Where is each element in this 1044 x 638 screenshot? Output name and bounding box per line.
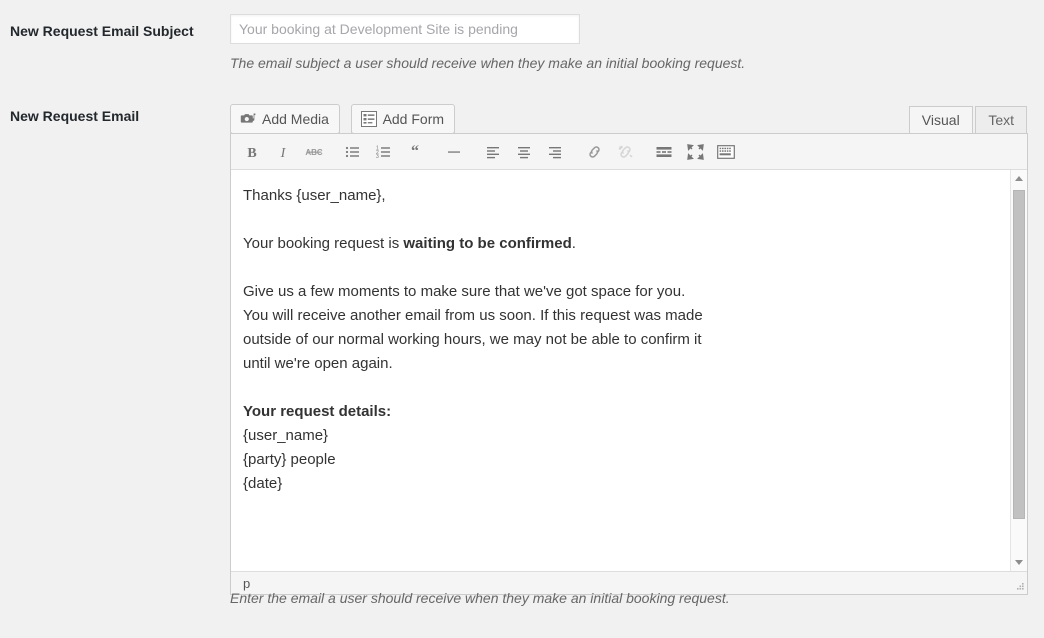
label-new-request-email-subject: New Request Email Subject (10, 22, 220, 40)
media-buttons-bar: Add Media Add Form (230, 104, 462, 136)
status-bold: waiting to be confirmed (403, 235, 571, 252)
bold-icon[interactable]: B (237, 138, 267, 166)
subject-field-body (230, 14, 580, 44)
editor-paragraph-status: Your booking request is waiting to be co… (243, 232, 998, 256)
strikethrough-icon[interactable]: ABC (299, 138, 329, 166)
new-request-email-subject-input[interactable] (230, 14, 580, 44)
camera-music-icon (240, 111, 256, 127)
email-field-description: Enter the email a user should receive wh… (230, 588, 730, 609)
add-media-button[interactable]: Add Media (230, 104, 340, 134)
toolbar-toggle-icon[interactable] (711, 138, 741, 166)
form-list-icon (361, 111, 377, 127)
link-icon[interactable] (579, 138, 609, 166)
status-suffix: . (572, 235, 576, 252)
editor-toolbar: B I ABC 1 2 3 “ (231, 134, 1027, 170)
tab-visual[interactable]: Visual (909, 106, 973, 133)
editor-paragraph-details: Your request details: {user_name} {party… (243, 400, 998, 496)
editor-scrollbar[interactable] (1010, 170, 1027, 571)
label-new-request-email: New Request Email (10, 107, 220, 125)
editor-text-content[interactable]: Thanks {user_name}, Your booking request… (231, 170, 1010, 571)
svg-text:“: “ (411, 144, 419, 160)
svg-text:I: I (280, 146, 287, 160)
align-left-icon[interactable] (478, 138, 508, 166)
editor-paragraph-body: Give us a few moments to make sure that … (243, 280, 998, 376)
details-line-2: {party} people (243, 451, 336, 468)
add-form-label: Add Form (383, 111, 444, 127)
body-line-1: Give us a few moments to make sure that … (243, 283, 685, 300)
blockquote-icon[interactable]: “ (400, 138, 430, 166)
status-prefix: Your booking request is (243, 235, 403, 252)
unlink-icon[interactable] (610, 138, 640, 166)
add-form-button[interactable]: Add Form (351, 104, 455, 134)
tab-text[interactable]: Text (975, 106, 1027, 133)
details-line-1: {user_name} (243, 427, 328, 444)
body-line-2: You will receive another email from us s… (243, 307, 703, 324)
svg-text:B: B (247, 146, 256, 160)
bulleted-list-icon[interactable] (338, 138, 368, 166)
body-line-3: outside of our normal working hours, we … (243, 331, 702, 348)
body-line-4: until we're open again. (243, 355, 393, 372)
svg-text:3: 3 (376, 154, 379, 160)
add-media-label: Add Media (262, 111, 329, 127)
align-center-icon[interactable] (509, 138, 539, 166)
rich-text-editor: B I ABC 1 2 3 “ (230, 133, 1028, 595)
editor-paragraph-greeting: Thanks {user_name}, (243, 184, 998, 208)
resize-handle-icon[interactable] (1013, 580, 1025, 592)
horizontal-rule-icon[interactable] (439, 138, 469, 166)
editor-mode-tabs: Visual Text (910, 106, 1027, 134)
scroll-up-arrow-icon[interactable] (1011, 170, 1027, 187)
scroll-down-arrow-icon[interactable] (1011, 554, 1027, 571)
subject-field-description: The email subject a user should receive … (230, 53, 745, 74)
scrollbar-thumb[interactable] (1013, 190, 1025, 519)
align-right-icon[interactable] (540, 138, 570, 166)
fullscreen-icon[interactable] (680, 138, 710, 166)
editor-content-area[interactable]: Thanks {user_name}, Your booking request… (231, 170, 1027, 571)
details-line-3: {date} (243, 475, 282, 492)
italic-icon[interactable]: I (268, 138, 298, 166)
numbered-list-icon[interactable]: 1 2 3 (369, 138, 399, 166)
read-more-icon[interactable] (649, 138, 679, 166)
details-heading: Your request details: (243, 403, 391, 420)
